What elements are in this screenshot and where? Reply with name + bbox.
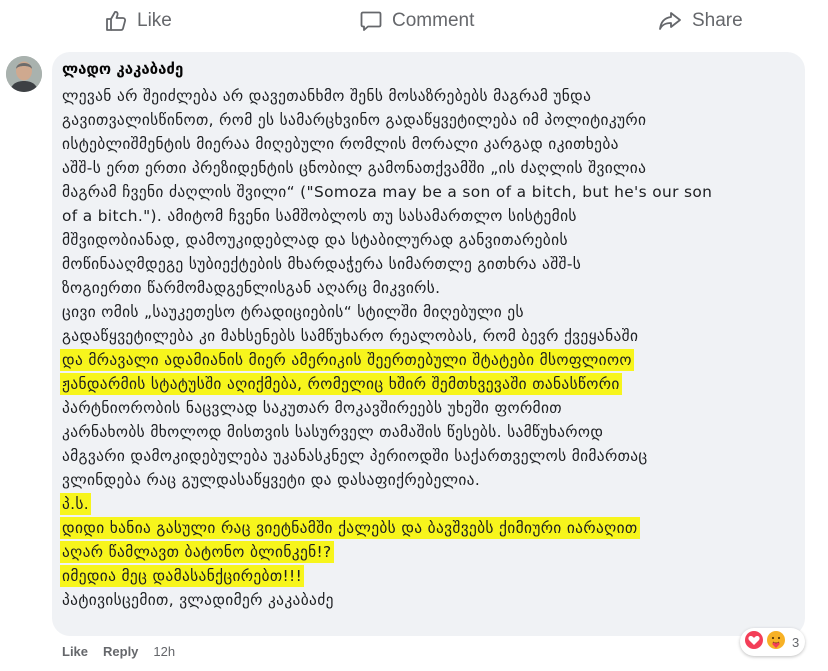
thumbs-up-icon [105,10,127,32]
highlight-mark: აღარ წამლავთ ბატონო ბლინკენ!? [62,543,332,561]
highlight-mark: პ.ს. [62,495,90,513]
comment-line: მშვიდობიანად, დამოუკიდებლად და სტაბილურა… [62,231,568,249]
comment-line: ისტებლიშმენტის მიერაა მიღებული რომლის მო… [62,135,619,153]
comment-line-highlighted: და მრავალი ადამიანის მიერ ამერიკის შეერთ… [62,349,632,371]
highlight-mark: და მრავალი ადამიანის მიერ ამერიკის შეერთ… [62,351,632,369]
care-reaction-icon [766,630,786,654]
share-icon [658,10,682,32]
comment-line: ვლინდება რაც გულდასაწყვეტი და დასაფიქრებ… [62,471,481,489]
comment-button[interactable]: Comment [360,6,474,36]
comment-reply-link[interactable]: Reply [103,644,138,659]
comment-author[interactable]: ლადო კაკაბაძე [62,60,183,78]
comment-line: of a bitch."). ამიტომ ჩვენი სამშობლოს თუ… [62,207,577,225]
comment-footer: Like Reply 12h [62,644,175,659]
comment-line: ზოგიერთი წარმომადგენლისგან აღარც მიკვირს… [62,279,441,297]
avatar[interactable] [6,56,42,92]
comment-timestamp[interactable]: 12h [153,644,175,659]
post-action-bar: Like Comment Share [0,0,828,42]
comment-line-highlighted: დიდი ხანია გასული რაც ვიეტნამში ქალებს დ… [62,517,638,539]
comment-line: კარნახობს მხოლოდ მისთვის სასურველ თამაში… [62,423,604,441]
highlight-mark: ჟანდარმის სტატუსში აღიქმება, რომელიც ხში… [62,375,620,393]
highlight-mark: იმედია მეც დამასანქცირებთ!!! [62,567,303,585]
comment-line-highlighted: ჟანდარმის სტატუსში აღიქმება, რომელიც ხში… [62,373,620,395]
comment-line: პატივისცემით, ვლადიმერ კაკაბაძე [62,591,334,609]
comment-icon [360,10,382,32]
comment-like-link[interactable]: Like [62,644,88,659]
comment-line-highlighted: პ.ს. [62,493,90,515]
comment-line: აშშ-ს ერთ ერთი პრეზიდენტის ცნობილ გამონა… [62,159,647,177]
comment-line: მოწინააღმდეგე სუბიექტების მხარდაჭერა სიმ… [62,255,582,273]
highlight-mark: დიდი ხანია გასული რაც ვიეტნამში ქალებს დ… [62,519,638,537]
comment-line-highlighted: აღარ წამლავთ ბატონო ბლინკენ!? [62,541,332,563]
reaction-count: 3 [792,634,800,650]
comment-line: გავითვალისწინოთ, რომ ეს სამარცხვინო გადა… [62,111,647,129]
like-button[interactable]: Like [105,6,172,36]
comment-line: ამგვარი დამოკიდებულება უკანასკნელ პერიოდ… [62,447,648,465]
comment-line: პარტნიორობის ნაცვლად საკუთარ მოკავშირეებ… [62,399,562,417]
comment-label: Comment [392,10,475,31]
comment-line: ცივი ომის „საუკეთესო ტრადიციების“ სტილში… [62,303,524,321]
like-label: Like [137,10,172,31]
comment-line: გადაწყვეტილება კი მახსენებს სამწუხარო რე… [62,327,639,345]
share-label: Share [692,10,743,31]
reaction-summary[interactable]: 3 [740,628,806,656]
love-reaction-icon [744,630,764,654]
comment-line: მაგრამ ჩვენი ძაღლის შვილი“ ("Somoza may … [62,183,713,201]
comment-line-highlighted: იმედია მეც დამასანქცირებთ!!! [62,565,303,587]
share-button[interactable]: Share [658,6,743,36]
comment-line: ლევან არ შეიძლება არ დავეთანხმო შენს მოს… [62,87,592,105]
